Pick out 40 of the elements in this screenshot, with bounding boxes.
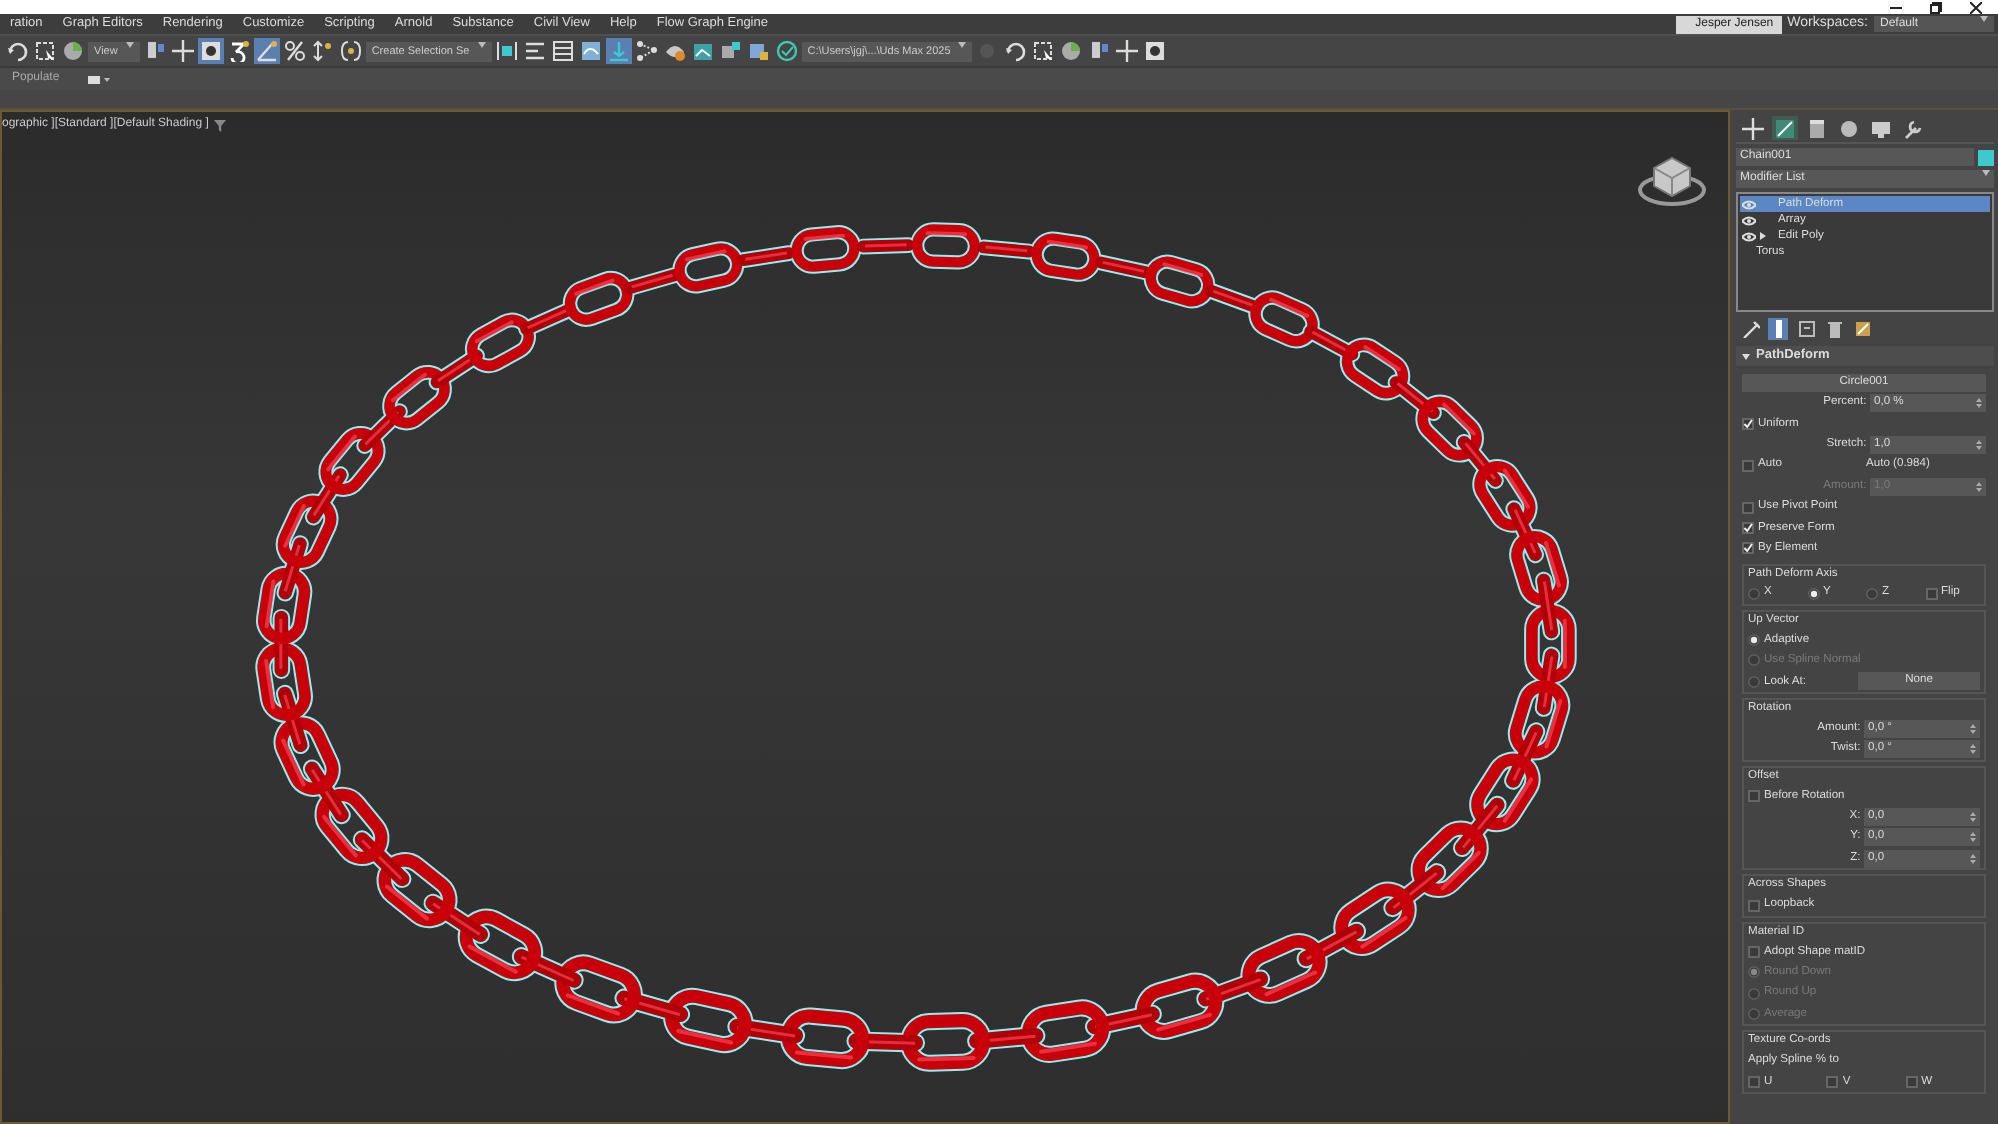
eye-icon[interactable] xyxy=(1742,231,1756,241)
radio-button[interactable] xyxy=(1748,675,1760,688)
spinner-arrows-icon[interactable] xyxy=(1970,723,1976,734)
checkbox[interactable] xyxy=(1748,1075,1760,1088)
caret-icon[interactable] xyxy=(1982,170,1990,176)
caret-icon[interactable] xyxy=(958,41,967,47)
checkbox[interactable] xyxy=(1742,459,1754,472)
spinner-arrows-icon[interactable] xyxy=(1976,398,1982,409)
close-icon[interactable] xyxy=(1970,1,1982,13)
checkbox[interactable] xyxy=(1748,790,1760,803)
spinner-arrows-icon[interactable] xyxy=(1970,744,1976,755)
checkbox[interactable] xyxy=(1748,899,1760,912)
spinner-arrows-icon[interactable] xyxy=(1976,481,1982,492)
spinner-arrows-icon[interactable] xyxy=(1970,832,1976,843)
filter-icon[interactable] xyxy=(214,119,227,131)
checkbox[interactable] xyxy=(1742,521,1754,534)
caret-icon[interactable] xyxy=(125,41,134,47)
checkbox[interactable] xyxy=(1826,1075,1839,1088)
spinner-arrows-icon[interactable] xyxy=(1970,853,1976,864)
checkbox[interactable] xyxy=(1925,587,1937,600)
collapse-icon[interactable] xyxy=(1742,353,1750,359)
caret-icon[interactable] xyxy=(477,41,486,47)
viewcube-icon[interactable] xyxy=(1636,152,1708,208)
radio-button[interactable] xyxy=(1807,587,1819,600)
maximize-icon[interactable] xyxy=(1930,1,1942,13)
radio-button[interactable] xyxy=(1866,587,1878,600)
checkbox[interactable] xyxy=(1742,417,1754,430)
checkbox[interactable] xyxy=(1748,946,1760,958)
radio-button[interactable] xyxy=(1748,587,1760,600)
expand-icon[interactable] xyxy=(1760,232,1766,240)
object-color-swatch[interactable] xyxy=(1978,149,1994,165)
display-icon[interactable] xyxy=(87,73,110,85)
checkbox[interactable] xyxy=(1742,501,1754,514)
checkbox[interactable] xyxy=(1905,1075,1918,1088)
eye-icon[interactable] xyxy=(1742,215,1756,225)
minimize-icon[interactable] xyxy=(1890,4,1902,10)
spinner-arrows-icon[interactable] xyxy=(1976,439,1982,450)
checkbox[interactable] xyxy=(1742,542,1754,555)
radio-button[interactable] xyxy=(1748,634,1760,647)
spinner-arrows-icon[interactable] xyxy=(1970,811,1976,822)
